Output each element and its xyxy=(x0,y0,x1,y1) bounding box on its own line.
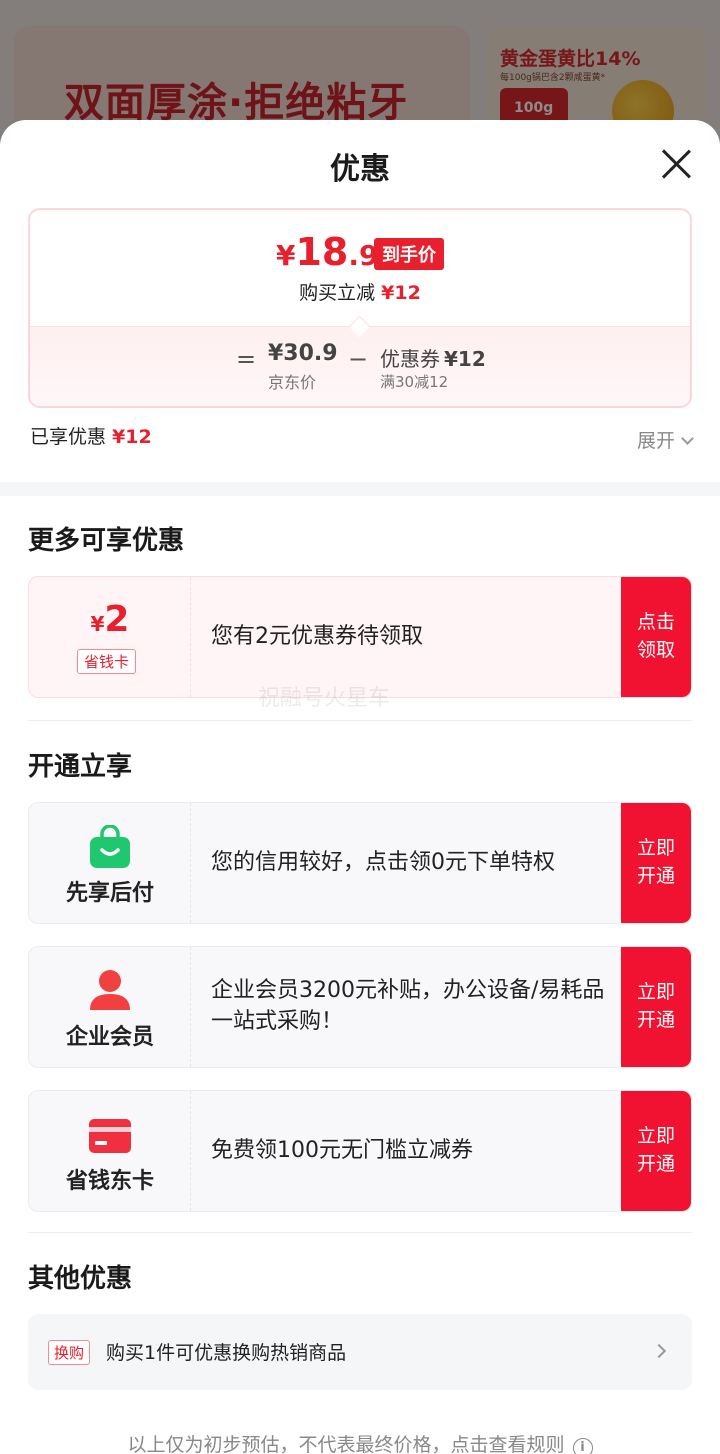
pay-later-label: 先享后付 xyxy=(65,881,154,906)
chevron-down-icon xyxy=(681,432,694,445)
pay-later-activate-button[interactable]: 立即开通 xyxy=(621,803,691,923)
equals-sign: = xyxy=(236,345,257,373)
divider-line xyxy=(28,1232,692,1233)
chevron-right-icon xyxy=(651,1343,667,1359)
enjoyed-discount: 已享优惠 ¥12 xyxy=(30,426,152,448)
final-price-tag: 到手价 xyxy=(374,238,444,270)
claim-coupon-button[interactable]: 点击领取 xyxy=(621,577,691,697)
coupon-condition: 满30减12 xyxy=(380,373,449,391)
expand-button[interactable]: 展开 xyxy=(637,426,694,453)
enterprise-member-description: 企业会员3200元补贴，办公设备/易耗品一站式采购！ xyxy=(211,978,605,1034)
trade-in-offer-row[interactable]: 换购 购买1件可优惠换购热销商品 xyxy=(28,1314,692,1390)
savings-card-badge: 省钱卡 xyxy=(77,649,137,674)
divider-line xyxy=(28,720,692,721)
price-summary-card: ¥18.9 到手价 购买立减 ¥12 = ¥30.9 京东价 − 优惠券 ¥12 满… xyxy=(28,208,692,408)
offer-description: 您有2元优惠券待领取 xyxy=(211,623,423,649)
pay-later-description: 您的信用较好，点击领0元下单特权 xyxy=(211,849,555,875)
trade-in-text: 购买1件可优惠换购热销商品 xyxy=(106,1342,347,1364)
shopping-bag-icon xyxy=(90,825,130,868)
more-offers-title: 更多可享优惠 xyxy=(28,526,185,556)
jd-price: ¥30.9 xyxy=(268,341,338,366)
open-enjoy-title: 开通立享 xyxy=(28,752,133,782)
coupon-deduction: 优惠券 ¥12 xyxy=(380,347,486,371)
final-price: ¥18.9 xyxy=(276,230,379,274)
coupon-value-block: ¥2 省钱卡 xyxy=(29,577,191,697)
enterprise-member-activate-button[interactable]: 立即开通 xyxy=(621,947,691,1067)
other-offers-title: 其他优惠 xyxy=(28,1264,133,1294)
discount-sheet: 优惠 ¥18.9 到手价 购买立减 ¥12 = ¥30.9 京东价 − 优惠券 ¥1… xyxy=(0,120,720,1454)
sheet-title: 优惠 xyxy=(330,152,390,187)
card-icon xyxy=(89,1119,131,1153)
savings-card-description: 免费领100元无门槛立减券 xyxy=(211,1137,473,1163)
info-icon[interactable]: i xyxy=(572,1438,593,1454)
watermark: 祝融号火星车 xyxy=(258,686,391,711)
trade-in-tag: 换购 xyxy=(48,1340,91,1365)
savings-card-offer: 省钱东卡 免费领100元无门槛立减券 立即开通 xyxy=(28,1090,692,1212)
jd-price-label: 京东价 xyxy=(268,373,317,392)
close-icon[interactable] xyxy=(660,148,692,180)
enterprise-member-offer: 企业会员 企业会员3200元补贴，办公设备/易耗品一站式采购！ 立即开通 xyxy=(28,946,692,1068)
enterprise-member-label: 企业会员 xyxy=(65,1025,154,1050)
person-icon xyxy=(90,970,130,1010)
pay-later-offer: 先享后付 您的信用较好，点击领0元下单特权 立即开通 xyxy=(28,802,692,924)
price-breakdown: = ¥30.9 京东价 − 优惠券 ¥12 满30减12 xyxy=(30,326,690,406)
section-divider xyxy=(0,482,720,496)
minus-sign: − xyxy=(348,345,369,373)
savings-card-label: 省钱东卡 xyxy=(65,1169,154,1194)
instant-reduction: 购买立减 ¥12 xyxy=(299,282,421,304)
savings-card-activate-button[interactable]: 立即开通 xyxy=(621,1091,691,1211)
rules-footnote[interactable]: 以上仅为初步预估，不代表最终价格，点击查看规则 i xyxy=(0,1430,720,1454)
coupon-value: ¥2 xyxy=(90,599,130,640)
